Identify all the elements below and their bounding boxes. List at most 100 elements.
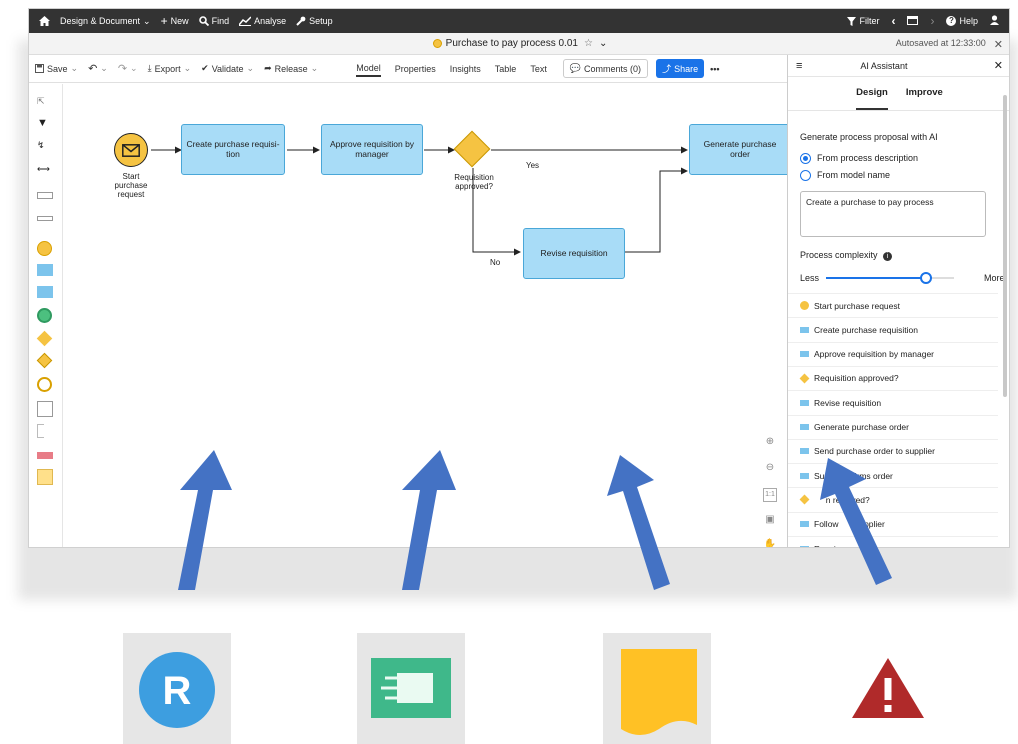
data-object-shape-icon[interactable] (37, 452, 53, 459)
save-label: Save (47, 63, 68, 74)
parallel-gateway-shape-icon[interactable] (36, 352, 53, 369)
help-button[interactable]: ? Help (946, 16, 978, 26)
document-title[interactable]: Purchase to pay process 0.01 (446, 38, 578, 49)
task-icon (800, 399, 809, 406)
r-badge-tile: R (123, 633, 231, 744)
filter-button[interactable]: Filter (847, 16, 879, 26)
ai-step-item[interactable]: Create purchase requisition (788, 317, 998, 341)
ai-panel-scrollbar[interactable] (1003, 95, 1007, 397)
validate-button[interactable]: ✔ Validate ⌄ (201, 63, 254, 74)
task-shape-icon[interactable] (37, 264, 53, 276)
bracket-shape-icon[interactable] (37, 424, 44, 438)
zoom-reset-icon[interactable]: 1:1 (763, 488, 777, 502)
tab-table[interactable]: Table (495, 62, 517, 76)
complexity-slider-fill (826, 277, 926, 279)
task-approve-requisition[interactable]: Approve requisition by manager (321, 124, 423, 175)
setup-button[interactable]: Setup (296, 16, 333, 26)
close-icon[interactable]: ✕ (994, 59, 1003, 72)
note-shape-icon[interactable] (37, 469, 53, 485)
tab-properties[interactable]: Properties (395, 62, 436, 76)
redo-icon: ↷ (117, 63, 128, 75)
connector-tool-icon[interactable]: ↯ (37, 140, 45, 151)
find-button[interactable]: Find (198, 16, 229, 26)
comments-button[interactable]: 💬 Comments (0) (562, 59, 649, 78)
top-navigation-bar: Design & Document ⌄ + New Find Analyse S… (29, 9, 1009, 33)
ai-step-item[interactable]: Follow supplier (788, 511, 998, 536)
undo-button[interactable]: ↶ ⌄ (88, 62, 108, 75)
ai-step-item[interactable]: Approve requisition by manager (788, 341, 998, 366)
save-button[interactable]: Save ⌄ (35, 63, 78, 74)
task-icon (800, 545, 809, 547)
subprocess-shape-icon[interactable] (37, 286, 53, 298)
ai-step-item[interactable]: Requisition approved? (788, 365, 998, 390)
pool-shape-icon[interactable] (37, 192, 53, 199)
ai-step-item[interactable]: Generate purchase order (788, 414, 998, 439)
info-icon[interactable]: i (883, 252, 893, 261)
ai-step-item[interactable]: Sup confirms order (788, 463, 998, 487)
forward-arrow-icon[interactable]: › (930, 14, 934, 28)
back-arrow-icon[interactable]: ‹ (891, 14, 895, 28)
hamburger-menu-icon[interactable]: ≡ (796, 60, 802, 72)
user-icon[interactable] (990, 15, 999, 27)
chevron-down-icon: ⌄ (70, 63, 79, 73)
star-icon[interactable]: ☆ (584, 38, 593, 49)
new-button[interactable]: + New (161, 14, 189, 28)
message-event-shape-icon[interactable] (37, 308, 52, 323)
tab-insights[interactable]: Insights (450, 62, 481, 76)
share-button[interactable]: ⤴ Share (656, 59, 705, 78)
design-document-menu[interactable]: Design & Document ⌄ (60, 16, 151, 27)
task-generate-purchase-order[interactable]: Generate purchase order (689, 124, 791, 175)
ai-panel-header: ≡ AI Assistant ✕ (788, 55, 1009, 77)
hand-pan-icon[interactable]: ✋ (763, 539, 777, 547)
complexity-slider[interactable] (826, 272, 954, 284)
ai-step-item[interactable]: Receive (788, 536, 998, 547)
home-icon[interactable] (39, 16, 50, 26)
text-annotation-shape-icon[interactable] (37, 401, 53, 417)
chevron-down-icon: ⌄ (183, 63, 192, 73)
task-create-requisition[interactable]: Create purchase requisi- tion (181, 124, 285, 175)
complexity-slider-thumb[interactable] (919, 272, 932, 284)
end-event-shape-icon[interactable] (37, 377, 52, 392)
zoom-in-icon[interactable]: ⊕ (763, 436, 777, 450)
chevron-down-icon[interactable]: ⌄ (599, 38, 607, 49)
start-event-shape-icon[interactable] (37, 241, 52, 256)
ai-step-item[interactable]: n received? (788, 487, 998, 511)
help-label: Help (959, 16, 978, 26)
filter-tool-icon[interactable]: ▼ (37, 117, 48, 129)
complexity-label: Process complexity (800, 250, 878, 260)
envelope-icon (122, 143, 140, 157)
tab-model[interactable]: Model (356, 61, 381, 77)
spacing-tool-icon[interactable]: ⟷ (37, 164, 50, 175)
close-icon[interactable]: ✕ (994, 38, 1003, 51)
start-event[interactable] (114, 133, 148, 167)
more-options-button[interactable]: ••• (710, 64, 719, 74)
diagram-canvas[interactable]: Start purchase request Create purchase r… (64, 84, 791, 547)
option-model-name[interactable]: From model name (800, 170, 890, 182)
ai-step-item[interactable]: Start purchase request (788, 293, 998, 317)
export-button[interactable]: ⤓ Export ⌄ (148, 63, 192, 74)
ai-step-label: Start purchase request (814, 300, 900, 311)
ai-step-item[interactable]: Send purchase order to supplier (788, 438, 998, 463)
tab-improve[interactable]: Improve (906, 87, 943, 110)
ai-step-item[interactable]: Revise requisition (788, 390, 998, 414)
validate-label: Validate (211, 63, 244, 74)
pointer-tool-icon[interactable]: ⇱ (37, 96, 45, 107)
less-label: Less (800, 273, 820, 283)
radio-selected-icon (800, 153, 811, 165)
redo-button[interactable]: ↷ ⌄ (118, 62, 138, 75)
tab-design[interactable]: Design (856, 87, 888, 110)
analyse-button[interactable]: Analyse (239, 16, 286, 26)
task-revise-requisition[interactable]: Revise requisition (523, 228, 625, 279)
window-icon[interactable] (907, 15, 919, 27)
zoom-out-icon[interactable]: ⊖ (763, 462, 777, 476)
ai-step-label: Sup confirms order (814, 470, 893, 481)
gateway-shape-icon[interactable] (36, 330, 53, 347)
option-process-description[interactable]: From process description (800, 153, 918, 165)
lane-shape-icon[interactable] (37, 216, 53, 221)
fit-page-icon[interactable]: ▣ (763, 514, 777, 528)
chevron-down-icon: ⌄ (130, 63, 138, 73)
process-description-input[interactable]: Create a purchase to pay process (800, 191, 986, 237)
tab-text[interactable]: Text (530, 62, 547, 76)
filter-label: Filter (859, 16, 880, 26)
release-button[interactable]: ➦ Release ⌄ (264, 63, 318, 74)
